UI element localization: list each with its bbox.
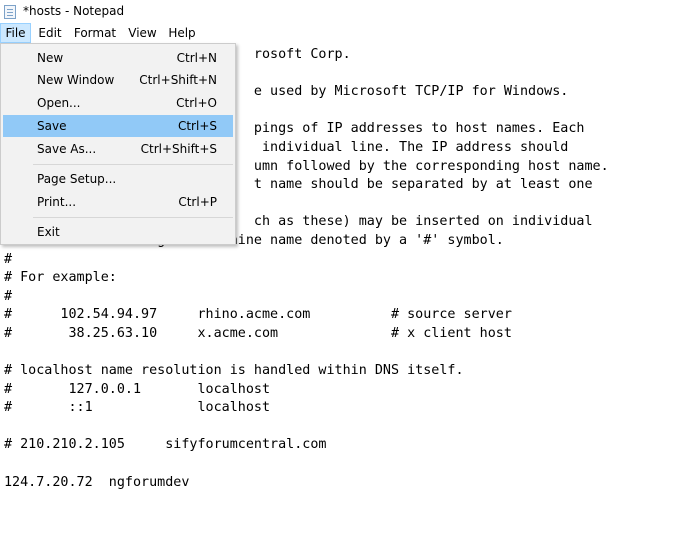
file-menu-dropdown: New Ctrl+N New Window Ctrl+Shift+N Open.… bbox=[0, 43, 236, 245]
menu-item-page-setup[interactable]: Page Setup... bbox=[3, 168, 233, 190]
menu-item-save[interactable]: Save Ctrl+S bbox=[3, 115, 233, 137]
menu-item-shortcut: Ctrl+P bbox=[178, 195, 217, 209]
menu-item-exit[interactable]: Exit bbox=[3, 221, 233, 243]
menu-format[interactable]: Format bbox=[70, 23, 120, 43]
menu-item-print[interactable]: Print... Ctrl+P bbox=[3, 191, 233, 213]
menu-item-label: Save As... bbox=[37, 142, 97, 156]
menu-item-label: Exit bbox=[37, 225, 60, 239]
menu-item-shortcut: Ctrl+S bbox=[177, 119, 217, 133]
menu-item-new[interactable]: New Ctrl+N bbox=[3, 47, 233, 69]
menu-item-label: New Window bbox=[37, 73, 115, 87]
menu-separator bbox=[33, 217, 233, 218]
menu-separator bbox=[33, 164, 233, 165]
menu-view[interactable]: View bbox=[124, 23, 161, 43]
menu-item-label: Open... bbox=[37, 96, 81, 110]
menu-item-open[interactable]: Open... Ctrl+O bbox=[3, 92, 233, 114]
menu-item-save-as[interactable]: Save As... Ctrl+Shift+S bbox=[3, 138, 233, 160]
menu-item-new-window[interactable]: New Window Ctrl+Shift+N bbox=[3, 69, 233, 91]
title-bar: *hosts - Notepad bbox=[0, 0, 697, 23]
menu-edit[interactable]: Edit bbox=[33, 23, 67, 43]
menu-item-shortcut: Ctrl+N bbox=[176, 51, 217, 65]
menu-help[interactable]: Help bbox=[164, 23, 200, 43]
menu-item-shortcut: Ctrl+Shift+N bbox=[139, 73, 217, 87]
notepad-icon bbox=[4, 5, 16, 19]
menu-item-shortcut: Ctrl+O bbox=[176, 96, 217, 110]
window-title: *hosts - Notepad bbox=[23, 4, 125, 18]
menu-bar: File Edit Format View Help bbox=[0, 23, 697, 43]
menu-file[interactable]: File bbox=[0, 23, 31, 43]
menu-item-label: New bbox=[37, 51, 64, 65]
menu-item-label: Print... bbox=[37, 195, 77, 209]
menu-item-shortcut: Ctrl+Shift+S bbox=[140, 142, 217, 156]
menu-item-label: Save bbox=[37, 119, 67, 133]
menu-item-label: Page Setup... bbox=[37, 172, 117, 186]
